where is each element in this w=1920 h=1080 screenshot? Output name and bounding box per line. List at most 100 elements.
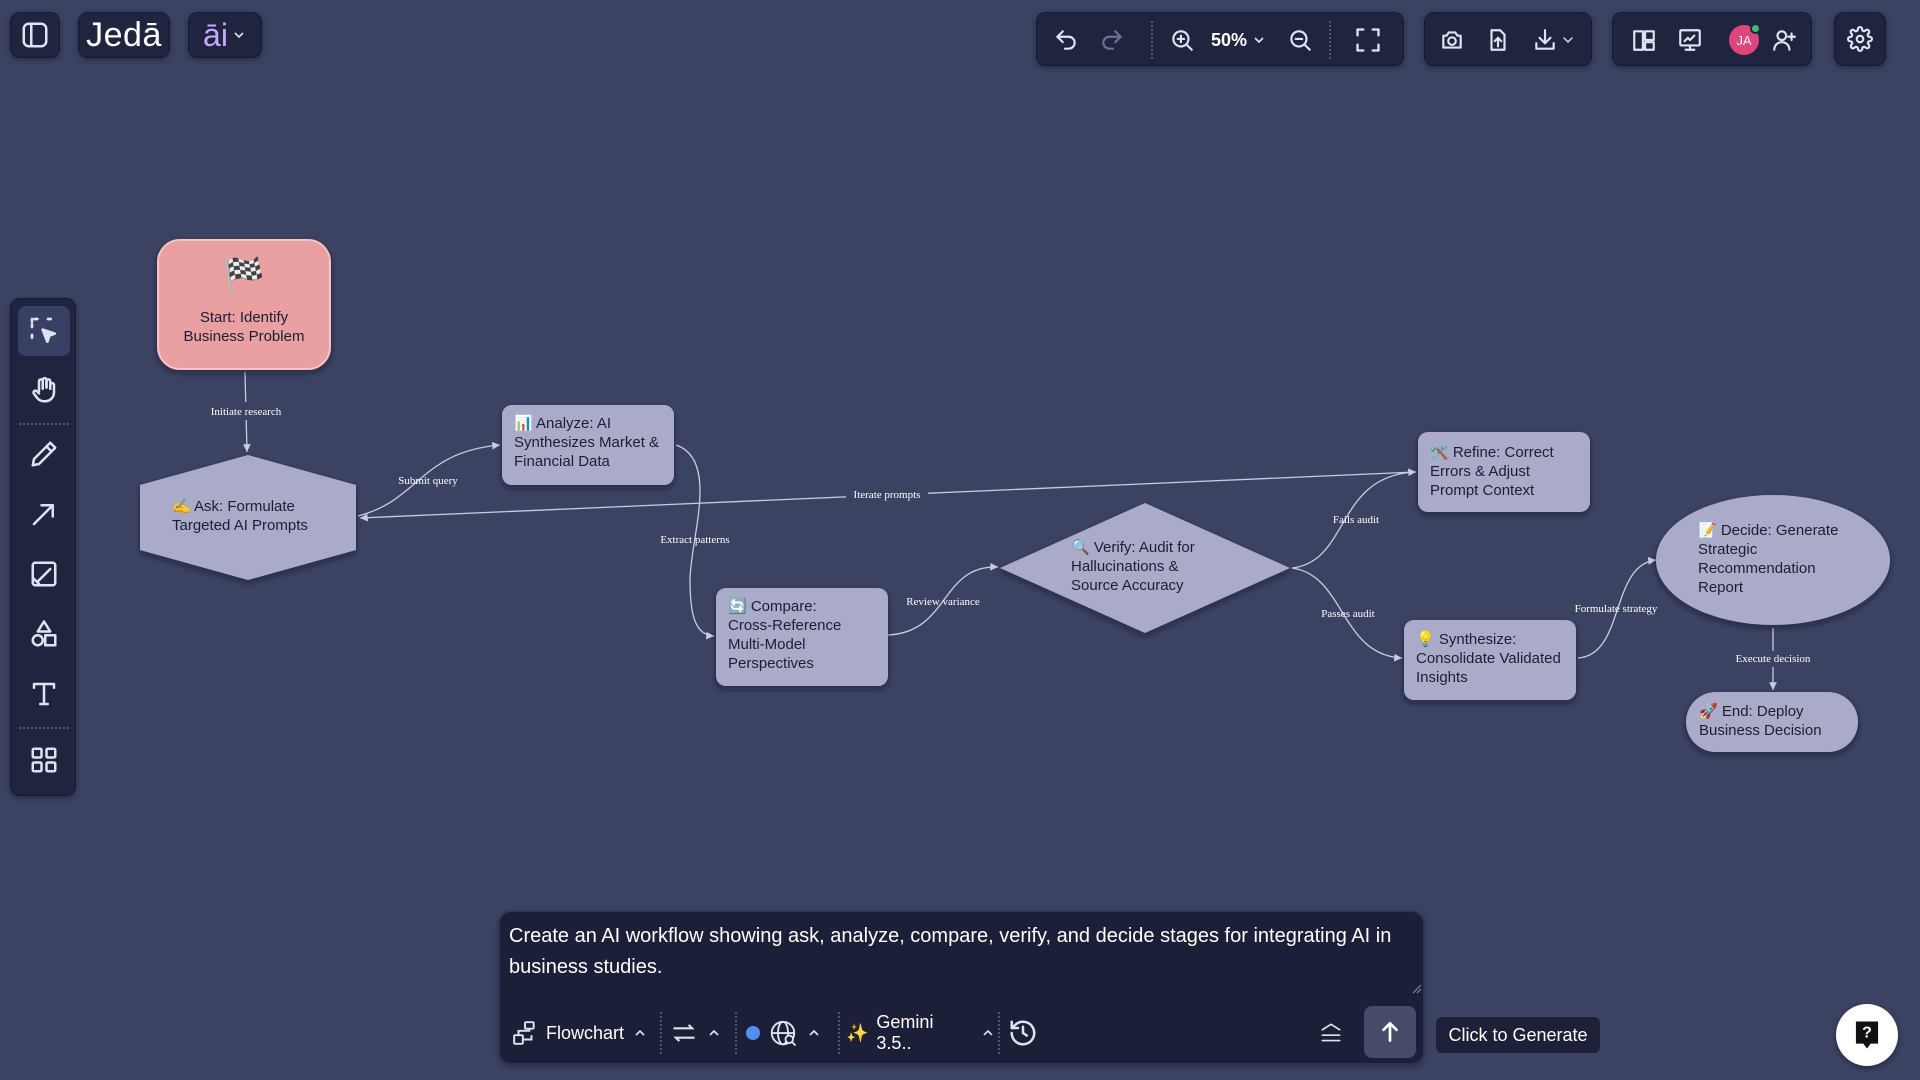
analyze-node-label-line1: 📊 Analyze: AI [514,415,612,432]
undo-icon [1056,30,1076,50]
shapes-tool-button[interactable] [18,609,70,659]
zoom-level-value: 50% [1211,29,1248,50]
share-upload-button[interactable] [1481,23,1515,57]
web-search-toggle[interactable] [746,1016,830,1050]
redo-button[interactable] [1095,23,1129,57]
image-tool-button[interactable] [18,549,70,599]
tool-palette [10,298,76,796]
presentation-button[interactable] [1673,23,1707,57]
decide-node-label-line1: 📝 Decide: Generate [1698,522,1839,539]
resize-handle-icon[interactable] [1412,984,1422,994]
globe-www-icon [770,1020,797,1047]
zoom-out-button[interactable] [1283,23,1317,57]
end-node-label-line2: Business Decision [1699,722,1822,739]
invite-user-button[interactable] [1767,23,1801,57]
avatar-initials: JA [1736,32,1752,48]
zoom-in-icon [1172,30,1193,51]
generate-tooltip: Click to Generate [1436,1017,1600,1053]
collapse-panel-button[interactable] [1316,1018,1346,1048]
download-icon [1535,29,1555,50]
prompt-input[interactable]: Create an AI workflow showing ask, analy… [509,921,1409,983]
analyze-node-label: 📊 Analyze: AI Synthesizes Market & Finan… [514,414,674,471]
collapse-lines-icon [1321,1023,1341,1042]
zoom-in-button[interactable] [1165,23,1199,57]
templates-tool-button[interactable] [18,735,70,785]
ask-node-label-line1: ✍️ Ask: Formulate [172,498,295,515]
pen-tool-button[interactable] [18,429,70,479]
select-tool-button[interactable] [18,306,70,356]
verify-node-label: 🔍 Verify: Audit for Hallucinations & Sou… [1071,538,1231,595]
refine-node-label-line2: Errors & Adjust [1430,463,1531,480]
diagram-type-selector[interactable]: Flowchart [512,1016,652,1050]
logo-button[interactable]: Jedā [78,12,170,58]
settings-button[interactable] [1834,12,1886,66]
undo-button[interactable] [1049,23,1083,57]
generate-tooltip-label: Click to Generate [1448,1024,1588,1045]
gear-icon [1847,26,1873,52]
pencil-icon [31,441,57,467]
refine-node-label-line3: Prompt Context [1430,482,1535,499]
edge-label-iterate-prompts: Iterate prompts [854,489,921,501]
edge-label-fails-audit: Fails audit [1333,514,1379,526]
sparkles-icon: ✨ [846,1022,869,1043]
arrow-up-icon [1382,1021,1398,1043]
pan-tool-button[interactable] [18,365,70,415]
direction-selector[interactable] [670,1016,726,1050]
verify-node-label-line2: Hallucinations & [1071,558,1179,575]
download-button[interactable] [1525,23,1583,57]
presentation-icon [1679,29,1701,51]
model-selector[interactable]: ✨ Gemini 3.5.. [846,1012,996,1053]
verify-node-label-line1: 🔍 Verify: Audit for [1071,539,1195,556]
online-status-dot [1750,23,1761,34]
chevron-down-icon [1254,37,1264,44]
history-button[interactable] [1006,1016,1040,1050]
model-name-label: Gemini 3.5.. [876,1012,934,1053]
arrow-icon [32,504,54,526]
end-node-label-line1: 🚀 End: Deploy [1699,703,1804,720]
diagram-type-label: Flowchart [546,1022,625,1043]
analyze-node-label-line2: Synthesizes Market & [514,434,660,451]
chevron-down-icon [1563,37,1573,43]
help-button[interactable]: ? [1836,1004,1898,1066]
compare-node-label-line1: 🔄 Compare: [728,598,817,615]
text-tool-button[interactable] [18,669,70,719]
user-avatar[interactable]: JA [1729,23,1761,55]
screenshot-button[interactable] [1435,23,1469,57]
redo-icon [1102,30,1122,50]
edge-label-review-variance: Review variance [906,596,980,608]
start-node-content: 🏁 Start: Identify Business Problem [158,256,330,346]
flowchart-icon [513,1021,535,1045]
grid-icon [31,747,57,773]
verify-node-label-line3: Source Accuracy [1071,577,1184,594]
collaboration-toolbar: JA [1612,12,1812,66]
zoom-level-dropdown[interactable]: 50% [1211,23,1273,57]
analyze-node-label-line3: Financial Data [514,453,610,470]
image-frame-icon [31,561,57,587]
refine-node-label-line1: 🛠️ Refine: Correct [1430,444,1554,461]
history-icon [1010,1020,1036,1046]
export-toolbar [1424,12,1592,66]
ai-menu-button[interactable]: āi [188,12,262,58]
ask-node-label-line2: Targeted AI Prompts [172,517,308,534]
arrow-tool-button[interactable] [18,489,70,539]
decide-node-label-line3: Recommendation [1698,560,1816,577]
decide-node-label-line2: Strategic [1698,541,1758,558]
camera-icon [1442,31,1462,49]
sidebar-toggle-button[interactable] [10,12,60,58]
shapes-icon [31,620,57,647]
zoom-out-icon [1290,30,1311,51]
edge-label-execute-decision: Execute decision [1736,653,1811,665]
layout-panels-button[interactable] [1627,23,1661,57]
chevron-up-icon [983,1029,993,1036]
compare-node-label-line4: Perspectives [728,655,814,672]
swap-arrows-icon [673,1024,695,1042]
generate-button[interactable] [1364,1006,1416,1058]
ai-logo: āi [203,17,228,53]
compare-node-label-line2: Cross-Reference [728,617,842,634]
fit-to-screen-button[interactable] [1351,23,1385,57]
chevron-up-icon [709,1029,719,1036]
decide-node-label-line4: Report [1698,579,1744,596]
edge-label-extract-patterns: Extract patterns [660,534,729,546]
chevron-up-icon [635,1029,645,1036]
refine-node-label: 🛠️ Refine: Correct Errors & Adjust Promp… [1430,443,1590,500]
